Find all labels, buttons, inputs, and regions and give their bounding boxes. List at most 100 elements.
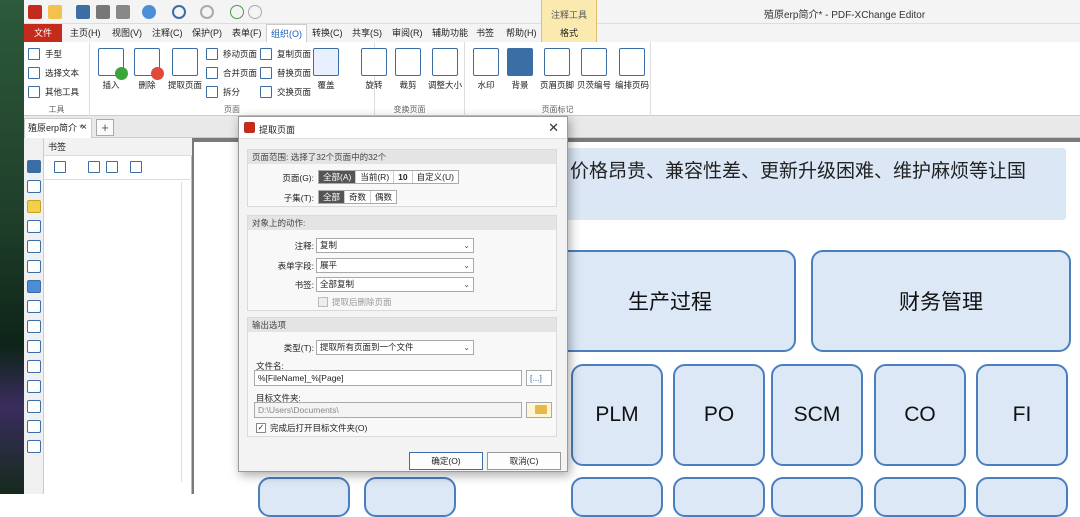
redo-icon[interactable] [200, 5, 214, 19]
swap-pages-button[interactable]: 交换页面 [260, 84, 311, 100]
ok-button[interactable]: 确定(O) [409, 452, 483, 470]
tab-protect[interactable]: 保护(P) [188, 24, 226, 42]
annotations-select[interactable]: 复制 ⌄ [316, 238, 474, 253]
open-folder-checkbox[interactable]: ✓ [256, 423, 266, 433]
standards-icon[interactable] [27, 440, 41, 453]
copy-pages-button[interactable]: 复制页面 [260, 46, 311, 62]
type-select[interactable]: 提取所有页面到一个文件 ⌄ [316, 340, 474, 355]
tab-format[interactable]: 格式 [541, 24, 597, 42]
subset-odd-option[interactable]: 奇数 [345, 191, 372, 203]
app-logo-icon [244, 122, 255, 133]
move-pages-button[interactable]: 移动页面 [206, 46, 257, 62]
split-button[interactable]: 拆分 [206, 84, 240, 100]
card-partial [976, 477, 1068, 517]
subset-even-option[interactable]: 偶数 [371, 191, 396, 203]
insert-button[interactable]: 插入 [94, 48, 128, 91]
save-icon[interactable] [76, 5, 90, 19]
macros-button[interactable]: [...] [526, 370, 552, 386]
tags-icon[interactable] [27, 400, 41, 413]
undo-icon[interactable] [172, 5, 186, 19]
add-tab-button[interactable]: + [96, 119, 114, 136]
close-tab-icon[interactable]: × [81, 119, 87, 137]
forward-icon[interactable] [248, 5, 262, 19]
open-folder-icon[interactable] [48, 5, 62, 19]
bookmarks-label: 书签: [294, 280, 314, 290]
signatures-icon[interactable] [27, 260, 41, 273]
split-icon [206, 86, 218, 98]
subset-label: 子集(T): [283, 193, 314, 203]
tab-file[interactable]: 文件 [24, 24, 62, 42]
tab-accessibility[interactable]: 辅助功能 [428, 24, 472, 42]
other-tools-button[interactable]: 其他工具 [28, 84, 79, 100]
bookmarks-panel-title: 书签 [44, 138, 192, 156]
subset-all-option[interactable]: 全部 [319, 191, 346, 203]
browse-folder-button[interactable] [526, 402, 552, 418]
cloud-icon[interactable] [142, 5, 156, 19]
watermark-button[interactable]: 水印 [469, 48, 503, 91]
print-icon[interactable] [96, 5, 110, 19]
cover-button[interactable]: 覆盖 [312, 48, 340, 91]
close-icon[interactable]: ✕ [548, 120, 559, 136]
tab-share[interactable]: 共享(S) [348, 24, 386, 42]
properties-icon[interactable] [27, 320, 41, 333]
new-bookmark-icon[interactable] [88, 161, 100, 173]
pages-custom-option[interactable]: 自定义(U) [413, 171, 458, 183]
delete-button[interactable]: 删除 [130, 48, 164, 91]
bookmarks-panel-icon[interactable] [27, 160, 41, 173]
tab-review[interactable]: 审阅(R) [388, 24, 427, 42]
extract-pages-button[interactable]: 提取页面 [166, 48, 204, 91]
page-text: 价格昂贵、兼容性差、更新升级困难、维护麻烦等让国 [570, 161, 1027, 182]
fields-icon[interactable] [27, 300, 41, 313]
crop-button[interactable]: 裁剪 [391, 48, 425, 91]
replace-pages-button[interactable]: 替换页面 [260, 65, 311, 81]
document-tab[interactable]: 殖原erp简介 * × [24, 118, 92, 138]
email-icon[interactable] [116, 5, 130, 19]
tab-help[interactable]: 帮助(H) [502, 24, 541, 42]
pages-count-value[interactable]: 10 [394, 171, 413, 183]
dialog-title: 提取页面 [259, 125, 296, 135]
form-fields-value: 展平 [320, 260, 338, 270]
merge-pages-button[interactable]: 合并页面 [206, 65, 257, 81]
content-icon[interactable] [27, 340, 41, 353]
back-icon[interactable] [230, 5, 244, 19]
tab-organize[interactable]: 组织(O) [266, 24, 307, 42]
order-icon[interactable] [27, 420, 41, 433]
resize-icon [432, 48, 458, 76]
new-child-bookmark-icon[interactable] [106, 161, 118, 173]
search-icon[interactable] [27, 380, 41, 393]
thumbnails-icon[interactable] [27, 180, 41, 193]
select-text-button[interactable]: 选择文本 [28, 65, 79, 81]
background-button[interactable]: 背景 [503, 48, 537, 91]
comments-icon[interactable] [27, 200, 41, 213]
bates-button[interactable]: 贝茨编号 [575, 48, 613, 91]
bookmarks-select[interactable]: 全部复制 ⌄ [316, 277, 474, 292]
tab-form[interactable]: 表单(F) [228, 24, 266, 42]
tab-view[interactable]: 视图(V) [108, 24, 146, 42]
delete-after-checkbox[interactable] [318, 297, 328, 307]
pages-current-option[interactable]: 当前(R) [356, 171, 395, 183]
menu-bar: 文件 主页(H) 视图(V) 注释(C) 保护(P) 表单(F) 组织(O) 转… [24, 24, 1080, 42]
window-title: 殖原erp简介* - PDF-XChange Editor [764, 10, 926, 21]
tab-comment[interactable]: 注释(C) [148, 24, 187, 42]
tab-convert[interactable]: 转换(C) [308, 24, 347, 42]
form-fields-select[interactable]: 展平 ⌄ [316, 258, 474, 273]
resize-button[interactable]: 调整大小 [425, 48, 465, 91]
add-bookmark-icon[interactable] [130, 161, 142, 173]
header-footer-button[interactable]: 页眉页脚 [537, 48, 577, 91]
rotate-button[interactable]: 旋转 [357, 48, 391, 91]
layers-icon[interactable] [27, 240, 41, 253]
cancel-button[interactable]: 取消(C) [487, 452, 561, 470]
tab-home[interactable]: 主页(H) [66, 24, 105, 42]
pages-all-option[interactable]: 全部(A) [319, 171, 357, 183]
tab-bookmarks[interactable]: 书签 [472, 24, 498, 42]
destinations-icon[interactable] [27, 280, 41, 293]
number-pages-button[interactable]: 编排页码 [613, 48, 651, 91]
attachments-icon[interactable] [27, 220, 41, 233]
bookmarks-scrollbar[interactable] [181, 182, 189, 482]
bookmark-options-icon[interactable] [54, 161, 66, 173]
destination-input[interactable]: D:\Users\Documents\ [254, 402, 522, 418]
hand-tool-button[interactable]: 手型 [28, 46, 62, 62]
links-icon[interactable] [27, 360, 41, 373]
card-partial [874, 477, 966, 517]
filename-input[interactable]: %[FileName]_%[Page] [254, 370, 522, 386]
